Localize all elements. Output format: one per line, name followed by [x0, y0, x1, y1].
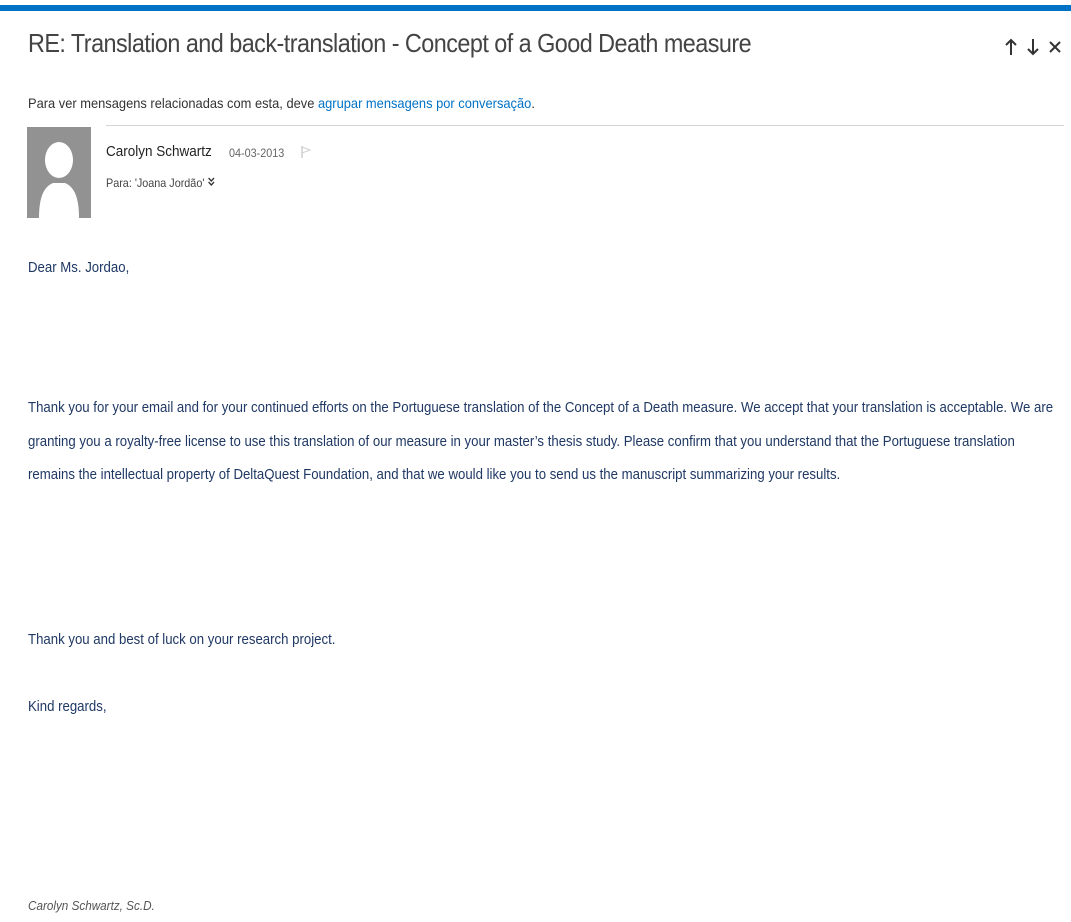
recipient-line: Para: 'Joana Jordão'	[106, 176, 215, 190]
email-reading-pane: RE: Translation and back-translation - C…	[0, 0, 1071, 922]
flag-icon[interactable]	[300, 145, 312, 159]
close-icon	[1049, 41, 1061, 53]
expand-recipients-button[interactable]	[208, 176, 215, 190]
next-message-button[interactable]	[1025, 36, 1041, 58]
sender-name[interactable]: Carolyn Schwartz	[106, 143, 212, 160]
recipient-text: Para: 'Joana Jordão'	[106, 176, 205, 190]
arrow-up-icon	[1005, 38, 1017, 55]
email-signature: Carolyn Schwartz, Sc.D.	[28, 898, 155, 913]
email-sign-off: Kind regards,	[28, 698, 107, 715]
email-greeting: Dear Ms. Jordao,	[28, 259, 130, 276]
email-subject: RE: Translation and back-translation - C…	[28, 28, 752, 58]
user-silhouette-icon	[39, 142, 79, 218]
sent-date: 04-03-2013	[229, 146, 285, 160]
email-closing-thanks: Thank you and best of luck on your resea…	[28, 631, 336, 648]
avatar[interactable]	[27, 127, 91, 218]
accent-bar	[0, 5, 1071, 11]
message-nav-controls	[1003, 36, 1063, 58]
conversation-notice-suffix: .	[531, 95, 535, 111]
arrow-down-icon	[1027, 39, 1039, 56]
header-divider	[106, 125, 1064, 126]
double-chevron-down-icon	[208, 177, 215, 187]
email-body-paragraph: Thank you for your email and for your co…	[28, 399, 1054, 483]
previous-message-button[interactable]	[1003, 36, 1019, 58]
conversation-notice-text: Para ver mensagens relacionadas com esta…	[28, 95, 318, 111]
close-message-button[interactable]	[1047, 36, 1063, 58]
conversation-notice: Para ver mensagens relacionadas com esta…	[28, 95, 535, 111]
group-by-conversation-link[interactable]: agrupar mensagens por conversação	[318, 95, 531, 111]
